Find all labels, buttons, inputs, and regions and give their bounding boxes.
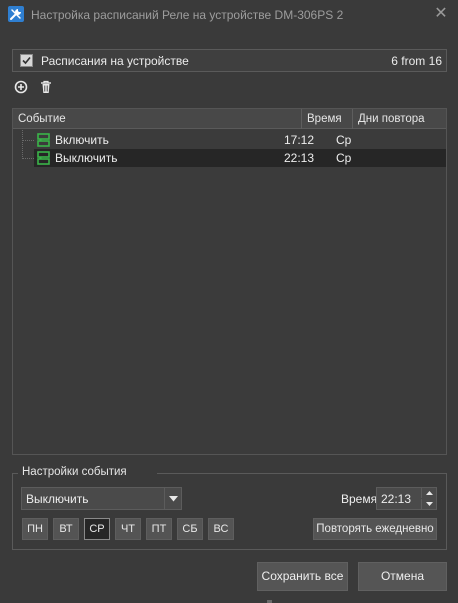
tools-icon: [8, 6, 24, 22]
schedules-bar: Расписания на устройстве 6 from 16: [12, 49, 447, 72]
table-row[interactable]: Включить 17:12 Ср: [34, 131, 446, 149]
event-icon: [37, 151, 50, 165]
group-border: [157, 473, 447, 474]
column-header-time[interactable]: Время: [302, 109, 353, 129]
day-toggle-mon[interactable]: ПН: [22, 518, 48, 540]
day-toggle-sat[interactable]: СБ: [177, 518, 203, 540]
dropdown-button[interactable]: [164, 488, 181, 509]
row-days: Ср: [336, 151, 352, 165]
event-icon: [37, 133, 50, 147]
day-toggle-fri[interactable]: ПТ: [146, 518, 172, 540]
row-event: Выключить: [55, 151, 118, 165]
day-toggle-thu[interactable]: ЧТ: [115, 518, 141, 540]
row-days: Ср: [336, 133, 352, 147]
schedules-enabled-checkbox[interactable]: [20, 54, 33, 67]
time-input[interactable]: 22:13: [376, 487, 437, 510]
time-label: Время: [341, 492, 378, 506]
arrow-up-icon: [426, 491, 433, 495]
event-settings-title: Настройки события: [22, 466, 127, 478]
trash-icon: [41, 80, 51, 93]
row-event: Включить: [55, 133, 109, 147]
cancel-button[interactable]: Отмена: [358, 562, 447, 591]
window-title: Настройка расписаний Реле на устройстве …: [31, 8, 344, 22]
row-time: 17:12: [284, 133, 315, 147]
time-value: 22:13: [381, 492, 412, 506]
day-toggle-sun[interactable]: ВС: [208, 518, 234, 540]
tree-connector: [23, 158, 34, 159]
column-header-days[interactable]: Дни повтора: [353, 109, 446, 129]
schedules-enabled-label[interactable]: Расписания на устройстве: [41, 54, 189, 68]
schedules-count: 6 from 16: [391, 54, 442, 68]
close-button[interactable]: ✕: [428, 2, 454, 26]
save-all-button[interactable]: Сохранить все: [257, 562, 348, 591]
add-schedule-button[interactable]: [14, 80, 28, 94]
schedule-table: Событие Время Дни повтора Включить 17:12…: [12, 108, 447, 455]
title-bar: Настройка расписаний Реле на устройстве …: [0, 0, 458, 30]
event-action-select[interactable]: Выключить: [21, 487, 182, 510]
delete-schedule-button[interactable]: [39, 80, 53, 94]
add-circle-icon: [14, 80, 28, 94]
time-decrement-button[interactable]: [421, 499, 436, 509]
time-increment-button[interactable]: [421, 488, 436, 498]
repeat-daily-button[interactable]: Повторять ежедневно: [313, 518, 437, 540]
row-time: 22:13: [284, 151, 315, 165]
group-border: [12, 473, 18, 474]
arrow-down-icon: [426, 502, 433, 506]
day-toggle-tue[interactable]: ВТ: [53, 518, 79, 540]
event-action-value: Выключить: [26, 492, 89, 506]
chevron-down-icon: [169, 496, 178, 502]
day-toggle-wed[interactable]: СР: [84, 518, 110, 540]
check-icon: [22, 56, 31, 65]
table-row[interactable]: Выключить 22:13 Ср: [34, 149, 446, 167]
close-icon: ✕: [434, 5, 448, 22]
tree-connector: [22, 130, 23, 159]
tree-connector: [23, 140, 34, 141]
column-header-event[interactable]: Событие: [13, 109, 302, 129]
table-header: Событие Время Дни повтора: [13, 109, 446, 129]
